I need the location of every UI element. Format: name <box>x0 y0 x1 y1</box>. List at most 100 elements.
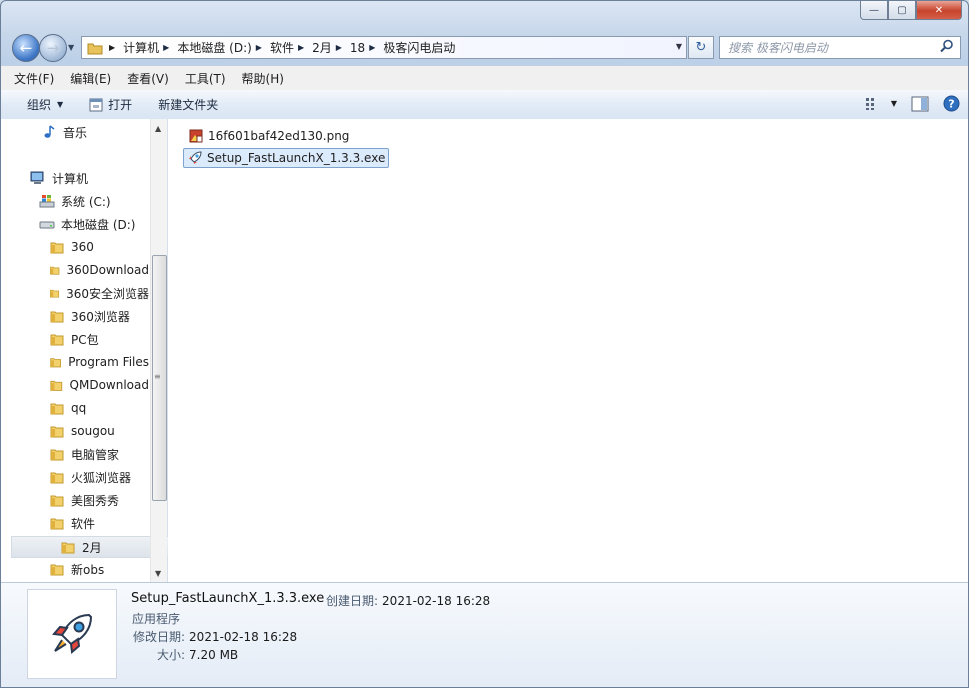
created-label: 创建日期: <box>326 594 379 608</box>
sidebar-item[interactable]: Program Files <box>49 352 149 372</box>
menu-item[interactable]: 帮助(H) <box>239 70 287 87</box>
sidebar-item[interactable]: QMDownload <box>49 375 149 395</box>
breadcrumb: 计算机 ▶ 本地磁盘 (D:) ▶ 软件 ▶ 2月 ▶ 18 ▶ 极客闪电启动 <box>123 39 455 56</box>
sidebar-item[interactable]: 360安全浏览器 <box>49 283 149 303</box>
folder-icon <box>50 289 60 298</box>
sidebar-item[interactable]: 新obs <box>49 559 104 579</box>
folder-icon <box>50 242 64 254</box>
sidebar-item[interactable]: 火狐浏览器 <box>49 467 131 487</box>
breadcrumb-item[interactable]: 极客闪电启动 <box>383 39 455 56</box>
folder-icon <box>50 403 64 415</box>
sidebar-item[interactable]: 360 <box>49 237 94 257</box>
sidebar-item-label: 计算机 <box>52 171 89 186</box>
file-item[interactable]: 16f601baf42ed130.png <box>185 127 352 145</box>
sidebar-item[interactable]: 电脑管家 <box>49 444 119 464</box>
menu-item[interactable]: 文件(F) <box>11 70 57 87</box>
address-history-dropdown[interactable]: ▼ <box>676 42 682 51</box>
sidebar-item[interactable]: 系统 (C:) <box>39 191 111 211</box>
navigation-scrollbar[interactable]: ▲ ≡ ▼ <box>150 119 167 582</box>
refresh-button[interactable]: ↻ <box>688 36 714 59</box>
sidebar-item[interactable]: 计算机 <box>30 168 88 188</box>
sidebar-item[interactable]: sougou <box>49 421 115 441</box>
drive-icon <box>39 221 55 229</box>
breadcrumb-label: 极客闪电启动 <box>383 41 456 55</box>
search-input[interactable]: 搜索 极客闪电启动 <box>728 39 828 56</box>
organize-button[interactable]: 组织 ▼ <box>27 96 63 113</box>
sidebar-item[interactable]: 360浏览器 <box>49 306 130 326</box>
folder-icon <box>50 358 61 368</box>
sidebar-item[interactable]: 本地磁盘 (D:) <box>39 214 135 234</box>
modified-value: 2021-02-18 16:28 <box>189 630 298 644</box>
menu-item[interactable]: 工具(T) <box>182 70 229 87</box>
sidebar-item-label: 2月 <box>82 540 102 555</box>
folder-icon <box>50 380 63 391</box>
breadcrumb-item[interactable]: 软件 ▶ <box>270 39 312 56</box>
preview-pane-button[interactable] <box>911 96 929 112</box>
window-caption-buttons: — ▢ ✕ <box>860 1 962 20</box>
back-button[interactable]: ← <box>12 34 40 62</box>
menu-item[interactable]: 编辑(E) <box>67 70 114 87</box>
breadcrumb-separator-icon[interactable]: ▶ <box>256 43 262 52</box>
sidebar-item-label: 本地磁盘 (D:) <box>61 217 136 232</box>
sidebar-item[interactable]: PC包 <box>49 329 99 349</box>
sidebar-item[interactable]: 软件 <box>49 513 95 533</box>
close-button[interactable]: ✕ <box>916 1 962 20</box>
sidebar-item-label: 360安全浏览器 <box>66 286 149 301</box>
sidebar-item-label: 360 <box>71 240 94 254</box>
search-box[interactable]: 搜索 极客闪电启动 <box>719 36 961 59</box>
details-created: 创建日期: 2021-02-18 16:28 <box>326 592 490 609</box>
sidebar-item-label: 美图秀秀 <box>71 493 120 508</box>
breadcrumb-label: 计算机 <box>123 41 160 55</box>
explorer-window: — ▢ ✕ ← → ▼ ▶ 计算机 ▶ 本地磁盘 (D:) ▶ 软件 ▶ 2月 ▶ 18 ▶ 极客闪… <box>0 0 969 688</box>
preview-pane-icon <box>911 96 929 111</box>
breadcrumb-item[interactable]: 2月 ▶ <box>312 39 350 56</box>
address-bar[interactable]: ▶ 计算机 ▶ 本地磁盘 (D:) ▶ 软件 ▶ 2月 ▶ 18 ▶ 极客闪电启动 ▼ <box>81 36 687 59</box>
breadcrumb-separator-icon[interactable]: ▶ <box>369 43 375 52</box>
scroll-down-arrow-icon[interactable]: ▼ <box>155 569 161 578</box>
breadcrumb-item[interactable]: 本地磁盘 (D:) ▶ <box>177 39 270 56</box>
sidebar-item[interactable]: qq <box>49 398 86 418</box>
system-drive-icon <box>39 195 55 208</box>
sidebar-item[interactable]: 美图秀秀 <box>49 490 119 510</box>
search-icon[interactable] <box>940 39 954 53</box>
breadcrumb-item[interactable]: 计算机 ▶ <box>123 39 177 56</box>
minimize-button[interactable]: — <box>860 1 888 20</box>
image-file-icon <box>189 129 203 143</box>
scroll-up-arrow-icon[interactable]: ▲ <box>155 124 161 133</box>
new-folder-label: 新建文件夹 <box>158 98 219 112</box>
folder-icon <box>50 426 64 438</box>
breadcrumb-separator-icon[interactable]: ▶ <box>163 43 169 52</box>
open-button[interactable]: 打开 <box>89 96 132 113</box>
view-list-icon <box>865 97 874 110</box>
sidebar-item-label: Program Files <box>68 355 149 369</box>
sidebar-item[interactable]: 音乐 <box>41 122 87 142</box>
open-label: 打开 <box>108 98 133 112</box>
forward-button[interactable]: → <box>39 34 67 62</box>
folder-icon <box>50 472 64 484</box>
folder-icon <box>50 334 64 346</box>
arrow-right-icon: → <box>46 39 60 57</box>
breadcrumb-separator-icon[interactable]: ▶ <box>336 43 342 52</box>
breadcrumb-label: 2月 <box>312 41 332 55</box>
sidebar-item[interactable]: 360Download <box>49 260 149 280</box>
close-icon: ✕ <box>934 4 944 16</box>
breadcrumb-separator-icon[interactable]: ▶ <box>298 43 304 52</box>
sidebar-item-label: 360浏览器 <box>71 309 130 324</box>
file-item[interactable]: Setup_FastLaunchX_1.3.3.exe <box>183 148 390 168</box>
breadcrumb-label: 软件 <box>269 41 294 55</box>
view-controls: ▼ ? <box>851 95 960 112</box>
details-file-name: Setup_FastLaunchX_1.3.3.exe <box>131 591 325 606</box>
breadcrumb-item[interactable]: 18 ▶ <box>350 41 383 55</box>
recent-pages-dropdown[interactable]: ▼ <box>68 43 74 52</box>
menu-item[interactable]: 查看(V) <box>124 70 172 87</box>
help-button[interactable]: ? <box>943 95 960 112</box>
maximize-icon: ▢ <box>897 4 907 16</box>
chevron-down-icon: ▼ <box>57 100 64 109</box>
svg-text:?: ? <box>948 98 954 111</box>
change-view-button[interactable]: ▼ <box>865 97 897 111</box>
scroll-grip-icon: ≡ <box>154 372 161 381</box>
new-folder-button[interactable]: 新建文件夹 <box>158 96 218 113</box>
computer-icon <box>30 171 44 184</box>
maximize-button[interactable]: ▢ <box>888 1 916 20</box>
folder-icon <box>87 43 103 54</box>
